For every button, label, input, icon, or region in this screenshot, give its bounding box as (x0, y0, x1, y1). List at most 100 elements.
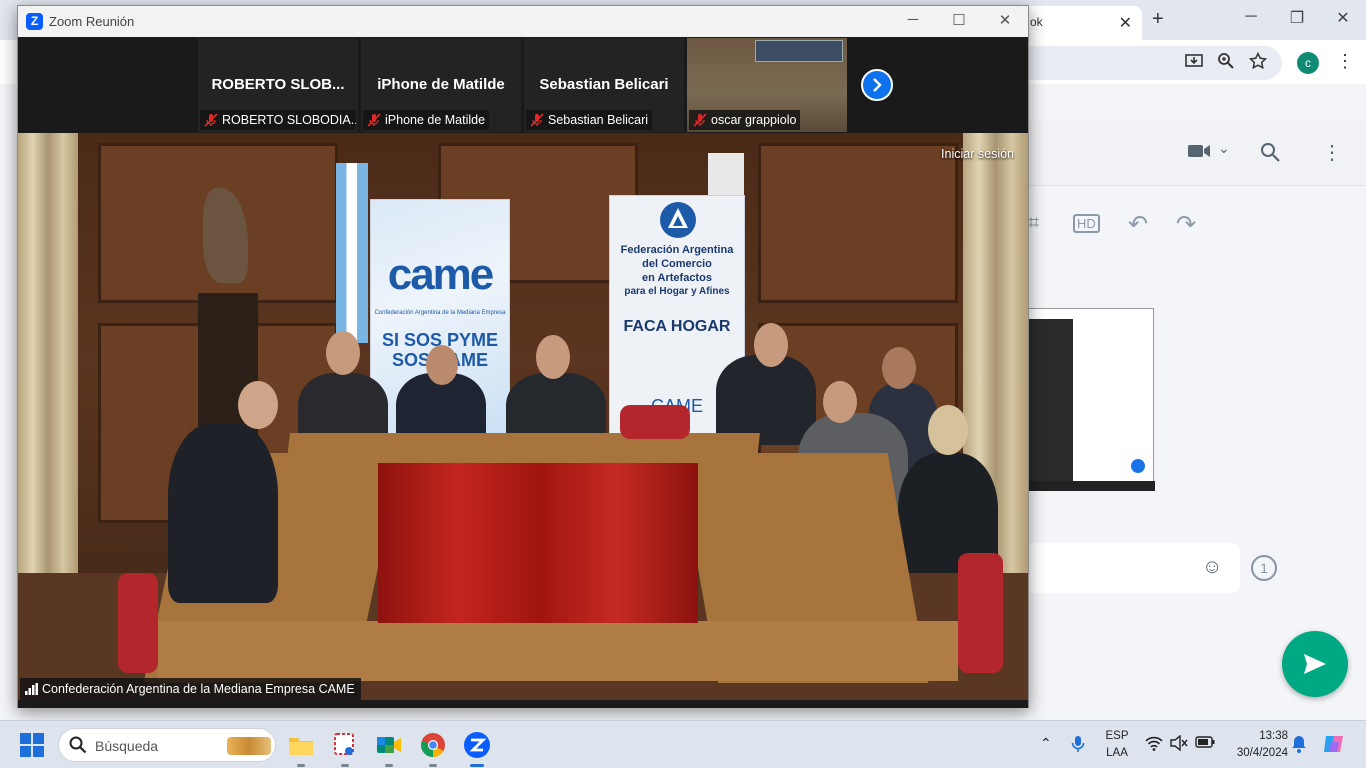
app-running-indicator (385, 764, 393, 767)
active-speaker-name: Confederación Argentina de la Mediana Em… (42, 682, 355, 696)
table-front (158, 621, 958, 681)
zoom-logo-icon: Z (26, 13, 43, 30)
chevron-right-icon (873, 78, 882, 92)
participant-video-tile[interactable]: oscar grappiolo (687, 38, 847, 132)
zoom-maximize-button[interactable]: ☐ (944, 11, 974, 29)
windows-logo-tile (33, 746, 44, 757)
app-running-indicator (297, 764, 305, 767)
battery-icon[interactable] (1195, 735, 1215, 754)
address-bar[interactable] (1020, 46, 1282, 80)
zoom-minimize-button[interactable]: ─ (898, 11, 928, 28)
chair (118, 573, 158, 673)
panelist-head (536, 335, 570, 379)
crop-icon[interactable]: ⌗ (1028, 212, 1039, 235)
snipping-tool-icon[interactable] (331, 731, 359, 767)
zoom-app-icon[interactable] (463, 731, 491, 767)
participant-name: iPhone de Matilde (377, 76, 505, 93)
undo-icon[interactable]: ↶ (1128, 210, 1148, 239)
participant-label-text: iPhone de Matilde (385, 113, 486, 127)
chevron-down-icon[interactable]: ⌄ (1218, 140, 1230, 157)
notification-bell-icon[interactable] (1291, 735, 1307, 758)
redo-icon[interactable]: ↷ (1176, 210, 1196, 239)
participant-label: Sebastian Belicari (526, 110, 653, 130)
view-once-icon[interactable]: 1 (1251, 555, 1277, 581)
chair (620, 405, 690, 439)
new-tab-button[interactable]: + (1152, 8, 1164, 31)
participant-label-text: ROBERTO SLOBODIA... (222, 113, 356, 127)
participant-tile[interactable]: iPhone de Matilde iPhone de Matilde (361, 38, 521, 132)
taskbar: Búsqueda ⌃ ESP LAA 13:38 30/4/2024 (0, 720, 1366, 768)
clock-date[interactable]: 30/4/2024 (1222, 747, 1288, 759)
faca-logo-icon (660, 202, 696, 238)
participant-strip: ROBERTO SLOB... ROBERTO SLOBODIA... iPho… (18, 37, 1028, 133)
video-background-screen (755, 40, 843, 62)
red-tablecloth (378, 463, 698, 623)
zoom-close-button[interactable]: ✕ (990, 11, 1020, 29)
clock-time[interactable]: 13:38 (1222, 730, 1288, 742)
tab-close-icon[interactable]: ✕ (1119, 13, 1132, 33)
panelist (716, 355, 816, 445)
file-explorer-icon[interactable] (287, 731, 315, 767)
panelist (168, 423, 278, 603)
bookmark-star-icon[interactable] (1247, 51, 1269, 75)
zoom-titlebar: Z Zoom Reunión ─ ☐ ✕ (18, 6, 1028, 37)
install-app-icon[interactable] (1183, 52, 1205, 75)
app-active-indicator (470, 764, 484, 767)
show-hidden-icons-chevron-up-icon[interactable]: ⌃ (1040, 735, 1052, 752)
start-button[interactable] (20, 733, 44, 757)
zoom-footer (18, 700, 1028, 708)
chat-menu-icon[interactable]: ⋮ (1322, 140, 1342, 165)
zoom-icon[interactable] (1215, 52, 1237, 75)
input-language[interactable]: ESP (1103, 730, 1131, 742)
taskbar-search[interactable]: Búsqueda (58, 728, 276, 762)
next-participants-button[interactable] (861, 69, 893, 101)
panelist-head (823, 381, 857, 423)
emoji-icon[interactable]: ☺ (1202, 556, 1222, 579)
keyboard-layout[interactable]: LAA (1103, 747, 1131, 759)
argentine-flag (336, 163, 368, 343)
panelist-head (426, 345, 458, 385)
came-tagline: Confederación Argentina de la Mediana Em… (374, 310, 506, 316)
faca-line-3: en Artefactos (642, 272, 712, 284)
app-running-indicator (341, 764, 349, 767)
participant-label: oscar grappiolo (689, 110, 801, 130)
faca-line-5: FACA HOGAR (623, 318, 731, 335)
mic-muted-icon (204, 113, 218, 127)
active-speaker-label: Confederación Argentina de la Mediana Em… (20, 678, 361, 700)
meet-app-icon[interactable] (375, 731, 403, 767)
search-icon[interactable] (1260, 142, 1280, 168)
close-button[interactable]: ✕ (1331, 8, 1355, 28)
participant-tile[interactable]: ROBERTO SLOB... ROBERTO SLOBODIA... (198, 38, 358, 132)
microphone-icon[interactable] (1071, 735, 1085, 758)
participant-tile[interactable]: Sebastian Belicari Sebastian Belicari (524, 38, 684, 132)
panelist-head (754, 323, 788, 367)
participant-name: ROBERTO SLOB... (211, 76, 345, 93)
faca-line-2: del Comercio (642, 258, 712, 270)
chrome-menu-icon[interactable]: ⋮ (1336, 51, 1354, 72)
send-button[interactable] (1282, 631, 1348, 697)
profile-avatar[interactable]: c (1297, 52, 1319, 74)
hd-icon[interactable]: HD (1073, 214, 1100, 233)
chrome-tab-title: ok (1030, 15, 1043, 29)
app-running-indicator (429, 764, 437, 767)
faca-line-4: para el Hogar y Afines (624, 286, 730, 297)
chrome-tab[interactable]: ok ✕ (1020, 6, 1142, 40)
minimize-button[interactable]: ─ (1239, 8, 1263, 26)
search-placeholder: Búsqueda (95, 738, 159, 754)
mic-muted-icon (530, 113, 544, 127)
signin-link[interactable]: Iniciar sesión (941, 147, 1014, 161)
mic-muted-icon (367, 113, 381, 127)
restore-button[interactable]: ❐ (1285, 8, 1309, 28)
zoom-window-title: Zoom Reunión (49, 14, 135, 29)
speaker-muted-icon[interactable] (1170, 734, 1188, 756)
preview-dark-panel (1029, 319, 1073, 491)
active-speaker-video[interactable]: came Confederación Argentina de la Media… (18, 133, 1028, 700)
chat-header: ⌄ ⋮ (1028, 120, 1366, 186)
chrome-app-icon[interactable] (419, 731, 447, 767)
send-icon (1304, 654, 1326, 674)
copilot-icon[interactable] (1322, 732, 1346, 761)
panelist-head (326, 331, 360, 375)
connection-signal-icon (25, 683, 38, 695)
video-call-icon[interactable] (1188, 142, 1212, 165)
wifi-icon[interactable] (1145, 735, 1163, 756)
